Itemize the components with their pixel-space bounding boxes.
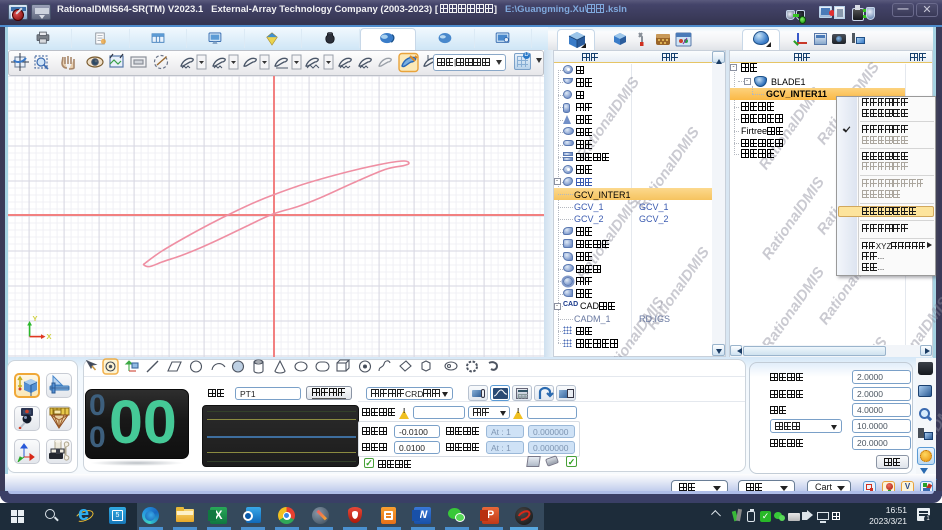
svg-text:Y: Y (33, 314, 38, 323)
svg-text:X: X (47, 332, 52, 341)
